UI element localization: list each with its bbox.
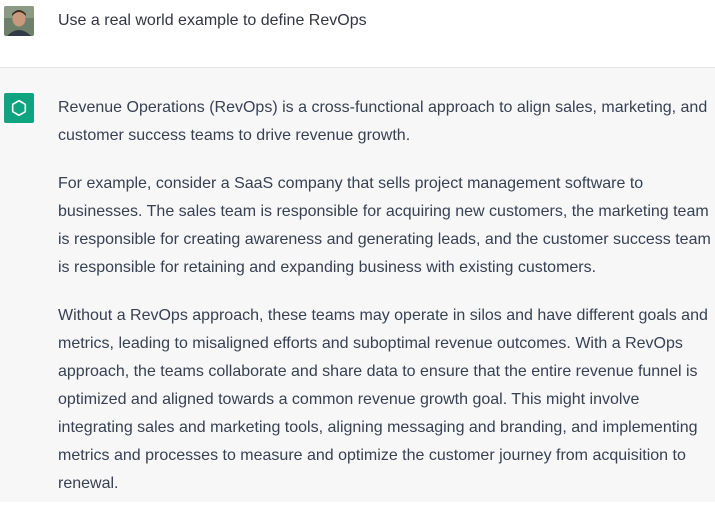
text-line: is responsible for retaining and expandi… [58,259,597,276]
text-line: optimized and aligned towards a common r… [58,391,640,408]
openai-logo-icon [11,99,27,117]
assistant-message-text: Revenue Operations (RevOps) is a cross-f… [58,94,711,518]
text-line: Without a RevOps approach, these teams m… [58,307,708,324]
user-message-row: Use a real world example to define RevOp… [0,0,715,68]
assistant-avatar [4,93,34,123]
text-line: businesses. The sales team is responsibl… [58,203,709,220]
text-line: For example, consider a SaaS company tha… [58,175,644,192]
text-line: is responsible for creating awareness an… [58,231,711,248]
text-line: Revenue Operations (RevOps) is a cross-f… [58,99,708,116]
text-line: renewal. [58,475,119,492]
user-message-text: Use a real world example to define RevOp… [58,12,367,29]
text-line: metrics and processes to measure and opt… [58,447,686,464]
text-line: approach, the teams collaborate and shar… [58,363,698,380]
text-line: integrating sales and marketing tools, a… [58,419,698,436]
paragraph: Without a RevOps approach, these teams m… [58,302,708,498]
text-line: customer success teams to drive revenue … [58,127,411,144]
user-avatar [4,6,34,36]
paragraph: Revenue Operations (RevOps) is a cross-f… [58,94,708,150]
assistant-message-row: Revenue Operations (RevOps) is a cross-f… [0,68,715,502]
paragraph: For example, consider a SaaS company tha… [58,170,711,282]
text-line: metrics, leading to misaligned efforts a… [58,335,683,352]
